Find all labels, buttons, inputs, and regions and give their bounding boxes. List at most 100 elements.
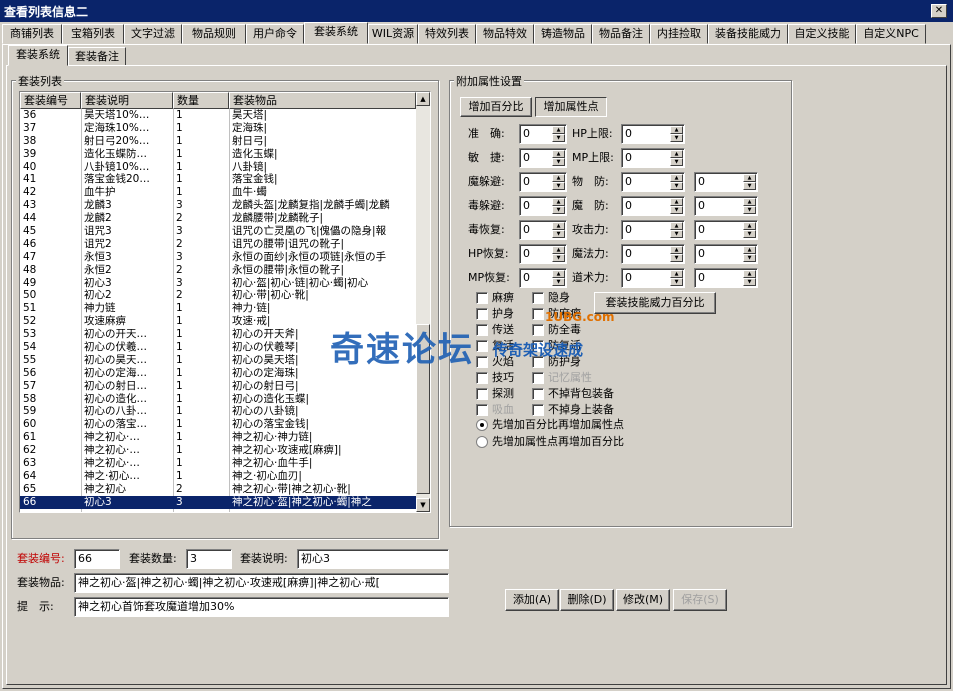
tab-item[interactable]: 文字过滤	[124, 24, 182, 44]
table-row[interactable]: 66 初心3 3 神之初心·盔|神之初心·蠋|神之	[20, 495, 416, 509]
table-row[interactable]: 38 射日弓20%… 1 射日弓|	[20, 135, 416, 148]
spin-input[interactable]: 0 ▲ ▼	[694, 196, 758, 216]
spin-up-icon[interactable]: ▲	[743, 174, 756, 182]
checkbox[interactable]: 技巧	[476, 371, 514, 385]
spin-input[interactable]: 0 ▲ ▼	[519, 196, 567, 216]
spin-up-icon[interactable]: ▲	[743, 222, 756, 230]
subtab-suit-notes[interactable]: 套装备注	[68, 47, 126, 66]
spin-down-icon[interactable]: ▼	[552, 182, 565, 190]
spin-up-icon[interactable]: ▲	[552, 150, 565, 158]
spin-input[interactable]: 0 ▲ ▼	[694, 268, 758, 288]
spin-input[interactable]: 0 ▲ ▼	[621, 172, 685, 192]
checkbox[interactable]: 护身	[476, 307, 514, 321]
spin-input[interactable]: 0 ▲ ▼	[519, 244, 567, 264]
spin-input[interactable]: 0 ▲ ▼	[519, 148, 567, 168]
checkbox[interactable]: 隐身	[532, 291, 570, 305]
spin-up-icon[interactable]: ▲	[552, 270, 565, 278]
table-row[interactable]: 37 定海珠10%… 1 定海珠|	[20, 122, 416, 135]
spin-down-icon[interactable]: ▼	[743, 254, 756, 262]
table-row[interactable]: 45 诅咒3 3 诅咒の亡灵凰の飞|傀儡の隐身|報	[20, 225, 416, 238]
spin-down-icon[interactable]: ▼	[552, 158, 565, 166]
table-row[interactable]: 48 永恒2 2 永恒の腰带|永恒の靴子|	[20, 264, 416, 277]
tab-item[interactable]: 内挂捡取	[650, 24, 708, 44]
table-row[interactable]: 61 神之初心·… 1 神之初心·神力链|	[20, 431, 416, 444]
tab-item[interactable]: 特效列表	[418, 24, 476, 44]
spin-input[interactable]: 0 ▲ ▼	[621, 268, 685, 288]
spin-up-icon[interactable]: ▲	[670, 270, 683, 278]
spin-down-icon[interactable]: ▼	[552, 206, 565, 214]
list-scrollbar[interactable]: ▲ ▼	[416, 92, 430, 512]
tab-item[interactable]: 装备技能威力	[708, 24, 788, 44]
checkbox[interactable]: 记忆属性	[532, 371, 592, 385]
add-points-button[interactable]: 增加属性点	[535, 97, 607, 117]
table-row[interactable]: 65 神之初心 2 神之初心·带|神之初心·靴|	[20, 483, 416, 496]
spin-up-icon[interactable]: ▲	[552, 222, 565, 230]
spin-down-icon[interactable]: ▼	[743, 230, 756, 238]
spin-input[interactable]: 0 ▲ ▼	[694, 244, 758, 264]
spin-down-icon[interactable]: ▼	[552, 278, 565, 286]
suit-count-field[interactable]: 3	[186, 549, 232, 569]
tab-item[interactable]: 自定义技能	[788, 24, 856, 44]
tab-item[interactable]: WIL资源	[368, 24, 418, 44]
spin-input[interactable]: 0 ▲ ▼	[519, 268, 567, 288]
spin-down-icon[interactable]: ▼	[552, 230, 565, 238]
spin-up-icon[interactable]: ▲	[552, 198, 565, 206]
tab-item[interactable]: 铸造物品	[534, 24, 592, 44]
spin-up-icon[interactable]: ▲	[670, 198, 683, 206]
spin-input[interactable]: 0 ▲ ▼	[621, 244, 685, 264]
checkbox[interactable]: 不掉身上装备	[532, 403, 614, 417]
table-row[interactable]: 64 神之·初心… 1 神之·初心血刃|	[20, 470, 416, 483]
spin-up-icon[interactable]: ▲	[743, 270, 756, 278]
suit-items-field[interactable]: 神之初心·盔|神之初心·蠋|神之初心·攻速戒[麻痹]|神之初心·戒[	[74, 573, 449, 593]
checkbox[interactable]: 传送	[476, 323, 514, 337]
close-button[interactable]: ✕	[931, 4, 947, 18]
table-row[interactable]: 60 初心の落宝… 1 初心の落宝金钱|	[20, 418, 416, 431]
column-header-desc[interactable]: 套装说明	[81, 92, 173, 109]
table-row[interactable]: 36 昊天塔10%… 1 昊天塔|	[20, 109, 416, 122]
spin-input[interactable]: 0 ▲ ▼	[621, 220, 685, 240]
table-row[interactable]: 44 龙麟2 2 龙麟腰带|龙麟靴子|	[20, 212, 416, 225]
spin-down-icon[interactable]: ▼	[670, 230, 683, 238]
suit-desc-field[interactable]: 初心3	[297, 549, 449, 569]
tab-item[interactable]: 套装系统	[304, 22, 368, 44]
edit-button[interactable]: 修改(M)	[616, 589, 670, 611]
column-header-count[interactable]: 数量	[173, 92, 229, 109]
column-header-items[interactable]: 套装物品	[229, 92, 416, 109]
suit-list[interactable]: 套装编号 套装说明 数量 套装物品 36 昊天塔10%… 1 昊天塔| 37 定海珠10%…	[19, 91, 431, 513]
table-row[interactable]: 39 造化玉蝶防… 1 造化玉蝶|	[20, 148, 416, 161]
spin-up-icon[interactable]: ▲	[670, 246, 683, 254]
checkbox[interactable]: 不掉背包装备	[532, 387, 614, 401]
spin-up-icon[interactable]: ▲	[743, 246, 756, 254]
table-row[interactable]: 43 龙麟3 3 龙麟头盔|龙麟复指|龙麟手蠋|龙麟	[20, 199, 416, 212]
delete-button[interactable]: 删除(D)	[560, 589, 614, 611]
spin-down-icon[interactable]: ▼	[670, 182, 683, 190]
spin-up-icon[interactable]: ▲	[552, 126, 565, 134]
spin-up-icon[interactable]: ▲	[670, 126, 683, 134]
spin-input[interactable]: 0 ▲ ▼	[519, 124, 567, 144]
column-header-id[interactable]: 套装编号	[20, 92, 81, 109]
spin-input[interactable]: 0 ▲ ▼	[519, 220, 567, 240]
table-row[interactable]: 42 血牛护 1 血牛·蠋	[20, 186, 416, 199]
table-row[interactable]: 50 初心2 2 初心·带|初心·靴|	[20, 289, 416, 302]
spin-down-icon[interactable]: ▼	[743, 206, 756, 214]
spin-up-icon[interactable]: ▲	[670, 174, 683, 182]
spin-down-icon[interactable]: ▼	[670, 158, 683, 166]
save-button[interactable]: 保存(S)	[673, 589, 727, 611]
subtab-suit-system[interactable]: 套装系统	[8, 45, 68, 66]
spin-input[interactable]: 0 ▲ ▼	[621, 196, 685, 216]
spin-down-icon[interactable]: ▼	[552, 134, 565, 142]
spin-input[interactable]: 0 ▲ ▼	[621, 124, 685, 144]
spin-input[interactable]: 0 ▲ ▼	[519, 172, 567, 192]
checkbox[interactable]: 麻痹	[476, 291, 514, 305]
spin-down-icon[interactable]: ▼	[670, 254, 683, 262]
spin-down-icon[interactable]: ▼	[670, 278, 683, 286]
scroll-up-button[interactable]: ▲	[416, 92, 430, 106]
table-row[interactable]: 58 初心の造化… 1 初心の造化玉蝶|	[20, 393, 416, 406]
spin-down-icon[interactable]: ▼	[552, 254, 565, 262]
spin-input[interactable]: 0 ▲ ▼	[694, 220, 758, 240]
table-row[interactable]: 40 八卦镜10%… 1 八卦镜|	[20, 161, 416, 174]
table-row[interactable]: 47 永恒3 3 永恒の面纱|永恒の项链|永恒の手	[20, 251, 416, 264]
checkbox[interactable]: 吸血	[476, 403, 514, 417]
spin-input[interactable]: 0 ▲ ▼	[694, 172, 758, 192]
tab-item[interactable]: 商铺列表	[2, 24, 62, 44]
